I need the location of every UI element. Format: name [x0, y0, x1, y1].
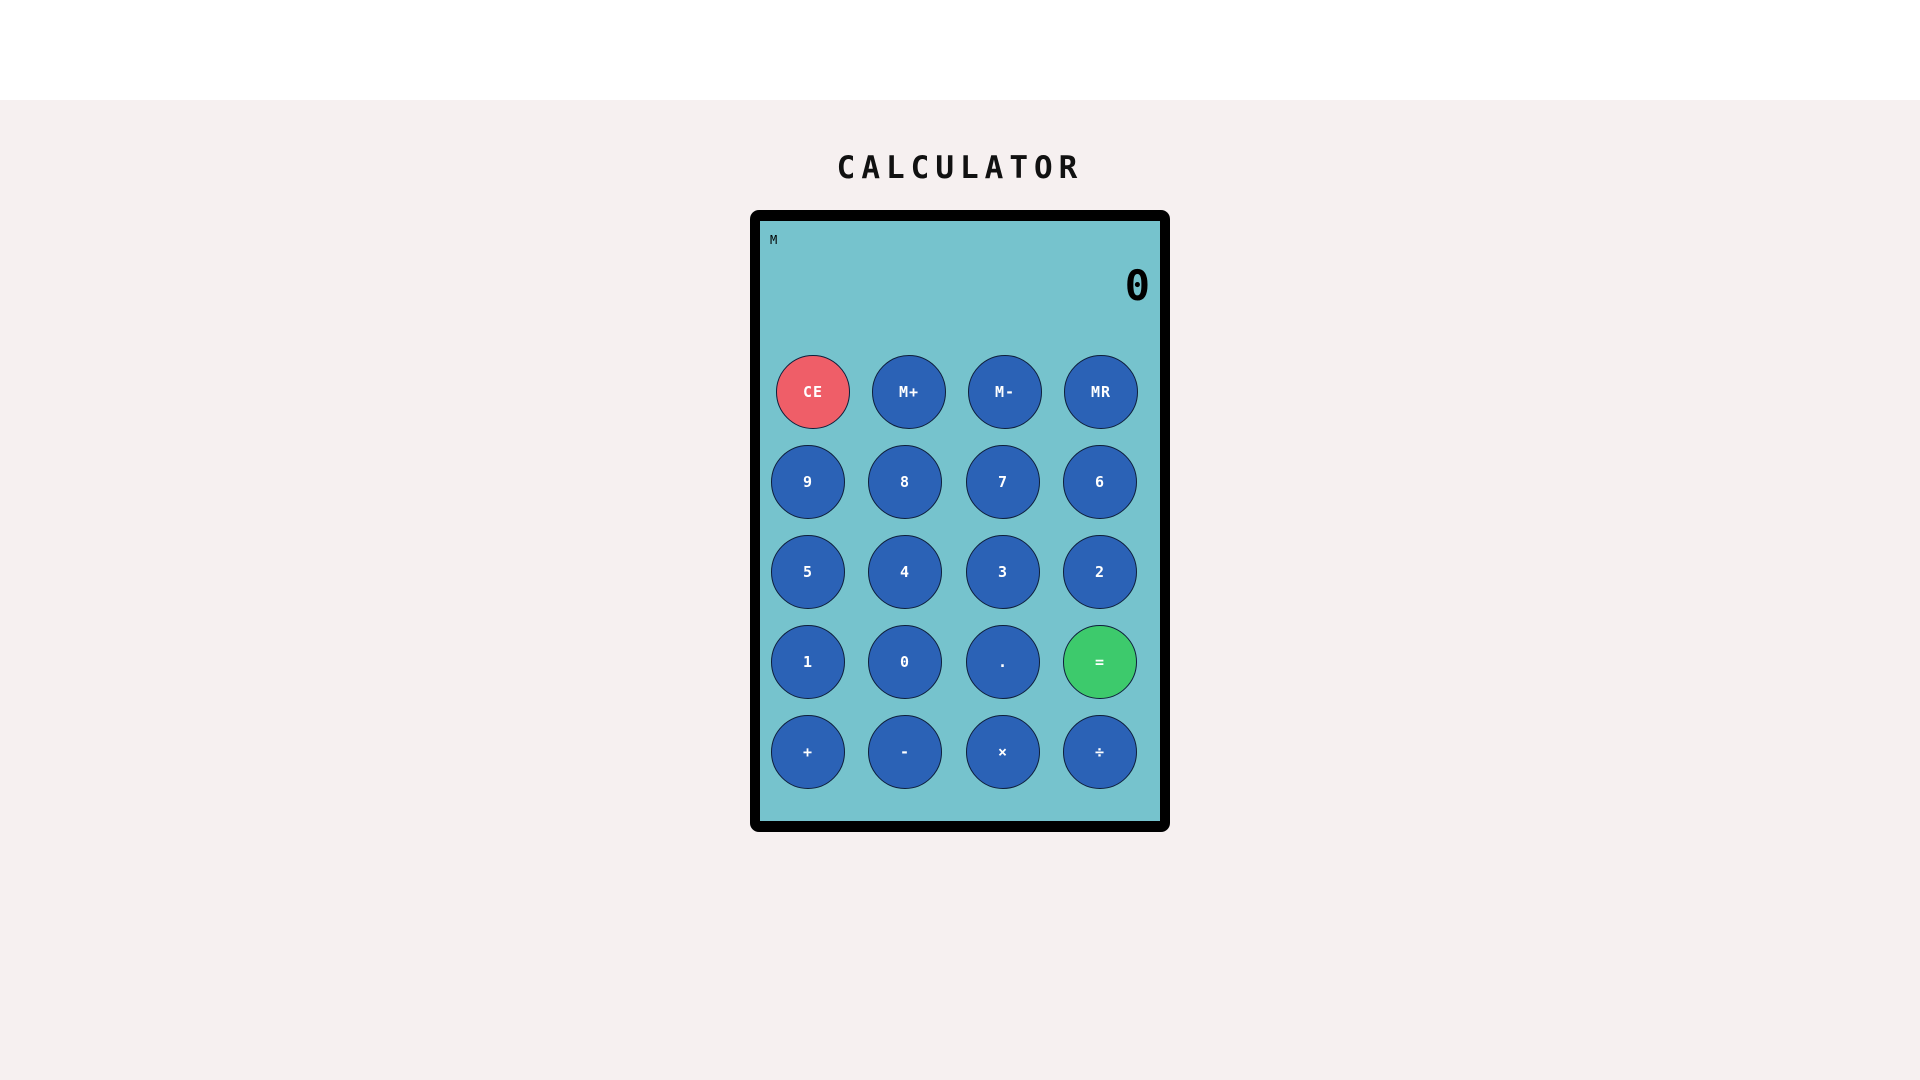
calculator-body: M 0 CE M+ M- MR 9 8 7 6 5 4 3 2 1 0 . = …	[760, 221, 1160, 821]
digit-3-button[interactable]: 3	[966, 535, 1040, 609]
subtract-button[interactable]: -	[868, 715, 942, 789]
page-title: CALCULATOR	[836, 150, 1084, 186]
digit-4-button[interactable]: 4	[868, 535, 942, 609]
equals-button[interactable]: =	[1063, 625, 1137, 699]
multiply-button[interactable]: ×	[966, 715, 1040, 789]
digit-7-button[interactable]: 7	[966, 445, 1040, 519]
add-button[interactable]: +	[771, 715, 845, 789]
top-bar	[0, 0, 1920, 100]
digit-8-button[interactable]: 8	[868, 445, 942, 519]
memory-recall-button[interactable]: MR	[1064, 355, 1138, 429]
calculator-frame: M 0 CE M+ M- MR 9 8 7 6 5 4 3 2 1 0 . = …	[750, 210, 1170, 832]
digit-5-button[interactable]: 5	[771, 535, 845, 609]
memory-subtract-button[interactable]: M-	[968, 355, 1042, 429]
memory-indicator: M	[770, 233, 778, 247]
digit-9-button[interactable]: 9	[771, 445, 845, 519]
decimal-button[interactable]: .	[966, 625, 1040, 699]
clear-button[interactable]: CE	[776, 355, 850, 429]
digit-1-button[interactable]: 1	[771, 625, 845, 699]
digit-6-button[interactable]: 6	[1063, 445, 1137, 519]
digit-2-button[interactable]: 2	[1063, 535, 1137, 609]
memory-add-button[interactable]: M+	[872, 355, 946, 429]
digit-0-button[interactable]: 0	[868, 625, 942, 699]
calculator-display: 0	[1124, 261, 1150, 310]
divide-button[interactable]: ÷	[1063, 715, 1137, 789]
